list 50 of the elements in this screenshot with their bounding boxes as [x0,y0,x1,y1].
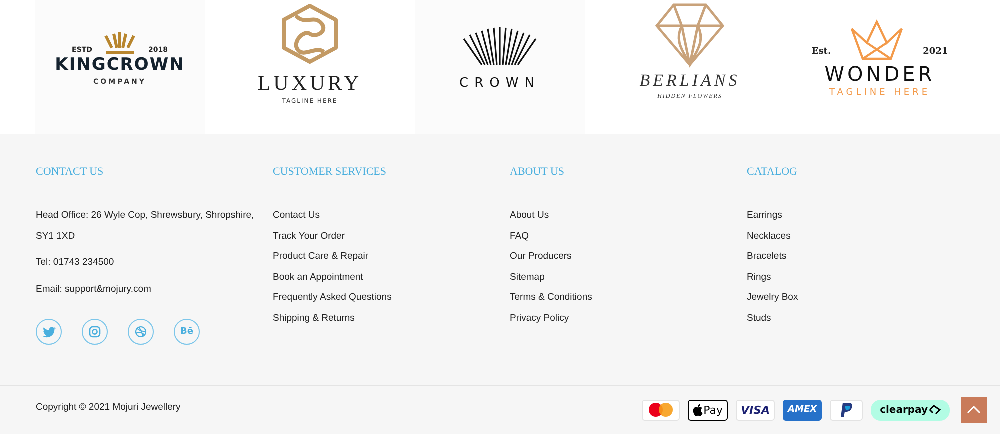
column-heading: CATALOG [747,166,798,178]
instagram-icon [89,326,101,338]
copyright-text: Copyright © 2021 Mojuri Jewellery [36,402,181,412]
twitter-button[interactable] [36,319,62,345]
logo-name-text: BERLIANS [640,72,740,91]
footer-link[interactable]: Studs [747,308,772,329]
amex-badge: AMEX [783,400,822,420]
footer-link[interactable]: Bracelets [747,247,787,268]
dribbble-icon [135,326,147,338]
logo-name-text: KINGCROWN [55,56,185,75]
footer-link[interactable]: Necklaces [747,226,791,247]
column-heading: CONTACT US [36,166,104,178]
footer-link[interactable]: Track Your Order [273,226,345,247]
instagram-button[interactable] [82,319,108,345]
footer-link[interactable]: Book an Appointment [273,268,364,288]
footer-link[interactable]: FAQ [510,226,530,247]
column-heading: ABOUT US [510,166,565,178]
logo-year-text: 2021 [923,46,948,56]
back-to-top-button[interactable] [961,397,987,423]
logo-est-text: Est. [812,46,832,56]
logo-tagline-text: TAGLINE HERE [829,88,931,98]
clearpay-badge: clearpay [871,400,950,420]
diamond-icon [654,2,726,68]
mastercard-badge [642,400,680,420]
contact-text: Tel: 01743 234500 [36,256,116,270]
footer-link[interactable]: Privacy Policy [510,308,570,329]
twitter-bird-icon [42,326,56,338]
logo-name-text: LUXURY [258,72,362,96]
contact-text: Head Office: 26 Wyle Cop, Shrewsbury, Shropshire, SY1 1XD [36,209,256,244]
paypal-badge [830,400,864,420]
crown-icon [849,18,906,62]
column-heading: CUSTOMER SERVICES [273,166,387,178]
logo-name-text: WONDER [824,62,936,84]
footer-link[interactable]: Our Producers [510,247,572,268]
footer-link[interactable]: Jewelry Box [747,288,798,308]
footer-link[interactable]: Contact Us [273,206,320,226]
footer-link[interactable]: Shipping & Returns [273,308,355,329]
footer-link[interactable]: Earrings [747,206,782,226]
applepay-badge: Pay [688,400,728,420]
footer-link[interactable]: Terms & Conditions [510,288,592,308]
contact-text: Email: support&mojury.com [36,282,152,296]
footer-link[interactable]: Rings [747,268,772,288]
footer-link[interactable]: About Us [510,206,550,226]
chevron-up-icon [967,406,981,414]
footer-link[interactable]: Frequently Asked Questions [273,288,392,308]
logo-name-text: CROWN [460,76,540,92]
visa-badge: VISA [736,400,776,420]
dribbble-button[interactable] [128,319,154,345]
footer-link[interactable]: Sitemap [510,268,545,288]
footer-link[interactable]: Product Care & Repair [273,247,369,268]
